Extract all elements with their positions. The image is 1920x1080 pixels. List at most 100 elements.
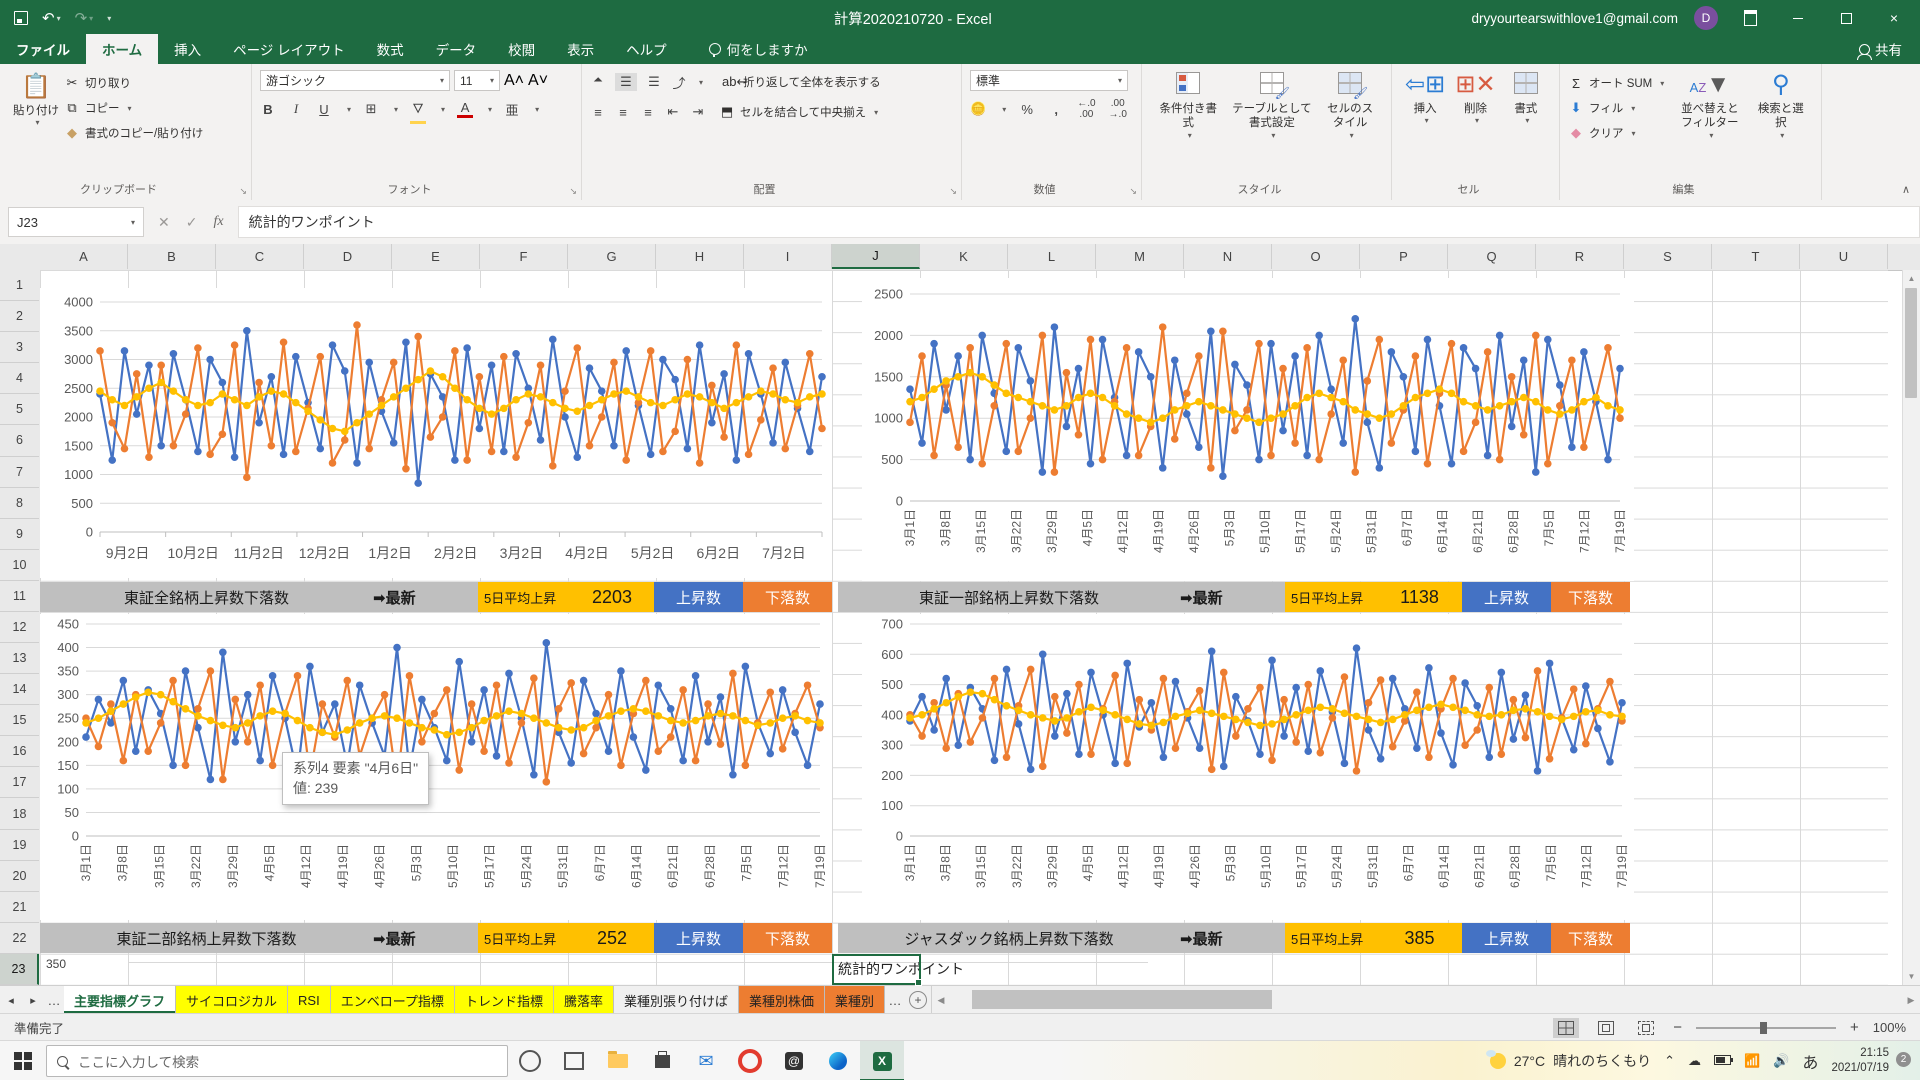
- sheet-tab-エンベロープ指標[interactable]: エンベロープ指標: [331, 986, 455, 1014]
- row-header-9[interactable]: 9: [0, 519, 39, 550]
- font-name-select[interactable]: 游ゴシック▾: [260, 70, 450, 91]
- column-header-T[interactable]: T: [1712, 244, 1800, 269]
- account-email[interactable]: dryyourtearswithlove1@gmail.com: [1471, 11, 1678, 26]
- vertical-scrollbar[interactable]: ▲ ▼: [1902, 270, 1920, 985]
- bold-button[interactable]: B: [260, 102, 276, 117]
- zoom-slider-thumb[interactable]: [1760, 1022, 1767, 1034]
- clear-button[interactable]: ◆クリア▾: [1568, 122, 1671, 144]
- row-header-2[interactable]: 2: [0, 301, 39, 332]
- share-button[interactable]: 共有: [1841, 39, 1920, 64]
- wifi-icon[interactable]: 📶: [1744, 1053, 1760, 1069]
- tell-me-search[interactable]: 何をしますか: [709, 39, 808, 64]
- copy-button[interactable]: ⧉コピー▾: [64, 97, 203, 119]
- sheet-tab-騰落率[interactable]: 騰落率: [554, 986, 614, 1014]
- row-header-21[interactable]: 21: [0, 892, 39, 923]
- delete-cells-button[interactable]: ⊞✕ 削除▾: [1450, 70, 1500, 128]
- taskbar-store-icon[interactable]: [640, 1041, 684, 1080]
- column-header-H[interactable]: H: [656, 244, 744, 269]
- band-up-cell[interactable]: 上昇数: [1462, 582, 1551, 612]
- cell-a23[interactable]: 350: [46, 957, 66, 971]
- insert-cells-button[interactable]: ⇦⊞ 挿入▾: [1400, 70, 1450, 128]
- band-average-cell[interactable]: 5日平均上昇252: [478, 923, 654, 953]
- band-down-cell[interactable]: 下落数: [1551, 582, 1630, 612]
- avatar[interactable]: D: [1694, 6, 1718, 30]
- name-box[interactable]: J23▾: [8, 207, 144, 237]
- taskbar-explorer-icon[interactable]: [596, 1041, 640, 1080]
- row-header-7[interactable]: 7: [0, 457, 39, 488]
- page-break-view-icon[interactable]: [1633, 1018, 1659, 1038]
- chart-tosho-first[interactable]: 050010001500200025003月1日3月8日3月15日3月22日3月…: [862, 278, 1634, 581]
- row-header-10[interactable]: 10: [0, 550, 39, 581]
- cancel-icon[interactable]: ✕: [158, 214, 170, 231]
- taskbar-clock[interactable]: 21:15 2021/07/19: [1831, 1046, 1889, 1076]
- underline-button[interactable]: U: [316, 102, 332, 117]
- band-title-cell[interactable]: 東証一部銘柄上昇数下落数➡最新: [838, 582, 1285, 612]
- fill-handle[interactable]: [915, 979, 922, 986]
- accounting-format-icon[interactable]: 🪙: [970, 101, 986, 117]
- ribbon-tab-表示[interactable]: 表示: [551, 34, 610, 64]
- ribbon-tab-ヘルプ[interactable]: ヘルプ: [610, 34, 683, 64]
- row-header-16[interactable]: 16: [0, 736, 39, 767]
- taskbar-mention-icon[interactable]: @: [772, 1041, 816, 1080]
- zoom-level[interactable]: 100%: [1873, 1020, 1906, 1035]
- dialog-launcher-icon[interactable]: ↘: [239, 186, 247, 197]
- column-header-K[interactable]: K: [920, 244, 1008, 269]
- sheet-tab-サイコロジカル[interactable]: サイコロジカル: [176, 986, 288, 1014]
- column-header-I[interactable]: I: [744, 244, 832, 269]
- column-header-U[interactable]: U: [1800, 244, 1888, 269]
- ribbon-tab-数式[interactable]: 数式: [361, 34, 420, 64]
- band-up-cell[interactable]: 上昇数: [1462, 923, 1551, 953]
- column-header-O[interactable]: O: [1272, 244, 1360, 269]
- merge-center-button[interactable]: ⬒セルを結合して中央揃え▾: [719, 101, 878, 123]
- column-header-C[interactable]: C: [216, 244, 304, 269]
- horizontal-scrollbar[interactable]: ◀ ▶: [931, 986, 1920, 1014]
- ribbon-tab-ページ レイアウト[interactable]: ページ レイアウト: [217, 34, 360, 64]
- row-header-1[interactable]: 1: [0, 270, 39, 301]
- row-header-4[interactable]: 4: [0, 363, 39, 394]
- column-header-G[interactable]: G: [568, 244, 656, 269]
- ribbon-tab-挿入[interactable]: 挿入: [158, 34, 217, 64]
- taskbar-search-input[interactable]: ここに入力して検索: [46, 1045, 508, 1077]
- band-title-cell[interactable]: 東証二部銘柄上昇数下落数➡最新: [40, 923, 478, 953]
- column-header-R[interactable]: R: [1536, 244, 1624, 269]
- row-header-18[interactable]: 18: [0, 798, 39, 829]
- scroll-right-icon[interactable]: ▶: [1902, 986, 1920, 1014]
- wrap-text-button[interactable]: ab↩折り返して全体を表示する: [722, 71, 881, 93]
- borders-icon[interactable]: ⊞: [363, 101, 379, 117]
- format-cells-button[interactable]: 書式▾: [1501, 70, 1551, 128]
- onedrive-cloud-icon[interactable]: ☁: [1688, 1053, 1701, 1069]
- sheet-tab-トレンド指標[interactable]: トレンド指標: [455, 986, 554, 1014]
- sheet-overflow-left[interactable]: …: [44, 986, 64, 1014]
- row-header-13[interactable]: 13: [0, 643, 39, 674]
- band-down-cell[interactable]: 下落数: [743, 923, 832, 953]
- sort-filter-button[interactable]: AZ▼ 並べ替えとフィルター▾: [1671, 70, 1749, 143]
- ribbon-tab-ホーム[interactable]: ホーム: [86, 34, 158, 64]
- band-down-cell[interactable]: 下落数: [1551, 923, 1630, 953]
- weather-widget[interactable]: 27°C 晴れのちくもり: [1490, 1051, 1651, 1071]
- start-button[interactable]: [0, 1041, 46, 1080]
- column-header-J[interactable]: J: [832, 244, 920, 269]
- band-title-cell[interactable]: 東証全銘柄上昇数下落数➡最新: [40, 582, 478, 612]
- column-header-P[interactable]: P: [1360, 244, 1448, 269]
- row-header-6[interactable]: 6: [0, 425, 39, 456]
- sheet-tab-業種別株価[interactable]: 業種別株価: [739, 986, 825, 1014]
- row-header-22[interactable]: 22: [0, 923, 39, 954]
- decrease-font-icon[interactable]: A˅: [528, 72, 548, 90]
- taskbar-edge-icon[interactable]: [816, 1041, 860, 1080]
- customize-toolbar-icon[interactable]: ▾: [107, 14, 111, 23]
- column-header-F[interactable]: F: [480, 244, 568, 269]
- selected-cell-j23[interactable]: [832, 954, 921, 985]
- decrease-decimal-icon[interactable]: .00→.0: [1109, 98, 1127, 120]
- row-header-11[interactable]: 11: [0, 581, 39, 612]
- orientation-icon[interactable]: ⤴: [671, 73, 687, 92]
- band-down-cell[interactable]: 下落数: [743, 582, 832, 612]
- row-header-5[interactable]: 5: [0, 394, 39, 425]
- chart-tosho-second[interactable]: 0501001502002503003504004503月1日3月8日3月15日…: [40, 614, 832, 920]
- column-header-A[interactable]: A: [40, 244, 128, 269]
- dialog-launcher-icon[interactable]: ↘: [569, 186, 577, 197]
- italic-button[interactable]: I: [288, 101, 304, 117]
- battery-icon[interactable]: [1714, 1052, 1731, 1070]
- ribbon-tab-校閲[interactable]: 校閲: [492, 34, 551, 64]
- close-button[interactable]: ×: [1878, 5, 1910, 31]
- band-average-cell[interactable]: 5日平均上昇385: [1285, 923, 1462, 953]
